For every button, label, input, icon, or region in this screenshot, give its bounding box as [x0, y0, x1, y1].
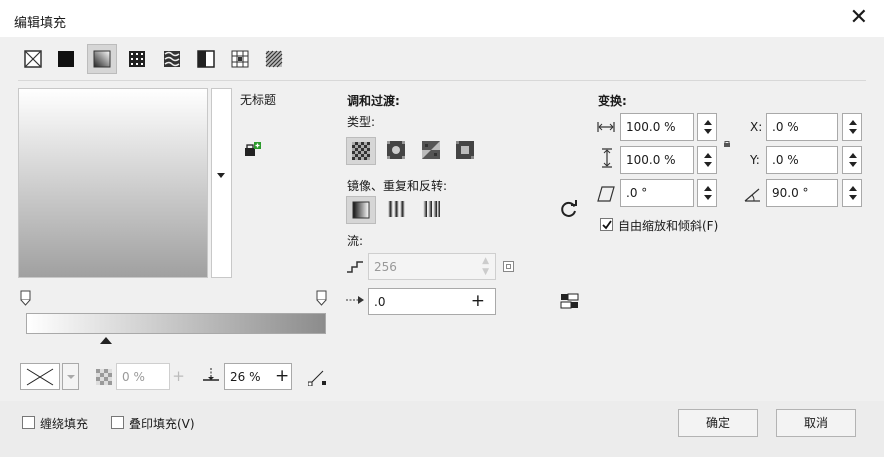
postscript-fill-icon[interactable] — [265, 50, 283, 68]
title-bar: 编辑填充 ✕ — [0, 0, 884, 37]
uniform-fill-icon[interactable] — [57, 50, 75, 68]
free-scale-checkbox[interactable] — [600, 218, 613, 231]
blend-type-label: 类型: — [347, 115, 376, 129]
elliptical-fill-icon[interactable] — [387, 141, 405, 159]
y-offset-spinner[interactable] — [842, 146, 862, 174]
fill-width-input[interactable]: 100.0 % — [620, 113, 694, 141]
dialog-title: 编辑填充 — [14, 16, 67, 31]
wrap-fill-checkbox[interactable] — [22, 416, 35, 429]
linear-fill-tab-selected[interactable] — [346, 137, 376, 165]
fill-height-input[interactable]: 100.0 % — [620, 146, 694, 174]
overprint-fill-checkbox[interactable] — [111, 416, 124, 429]
y-offset-label: Y: — [750, 153, 760, 167]
fill-type-toolbar — [0, 37, 884, 81]
steps-icon — [347, 261, 363, 273]
ok-button[interactable]: 确定 — [678, 409, 758, 437]
repeat-mirror-icon[interactable] — [387, 200, 405, 218]
chevron-down-icon — [67, 375, 75, 379]
lock-steps-icon[interactable] — [503, 261, 514, 272]
transparency-input[interactable]: 0 % — [116, 363, 170, 390]
fill-height-spinner[interactable] — [697, 146, 717, 174]
smooth-transition-icon[interactable] — [560, 291, 580, 311]
midpoint-input[interactable]: 26 % + — [224, 363, 292, 390]
color-picker-button[interactable] — [20, 363, 60, 390]
conical-fill-icon[interactable] — [422, 141, 440, 159]
rotate-icon — [744, 188, 760, 202]
fill-preview — [18, 88, 208, 278]
rectangular-fill-icon[interactable] — [456, 141, 474, 159]
default-fill-tab-selected[interactable] — [346, 196, 376, 224]
close-icon[interactable]: ✕ — [850, 5, 868, 30]
acceleration-input[interactable]: .0 + — [368, 288, 496, 315]
x-offset-input[interactable]: .0 % — [766, 113, 838, 141]
transparency-value: 0 % — [122, 370, 145, 384]
transparency-slider-button[interactable]: + — [170, 363, 187, 390]
midpoint-slider-button[interactable]: + — [275, 364, 289, 388]
wrap-fill-label: 缠绕填充 — [40, 417, 89, 431]
fill-height-icon — [602, 148, 612, 168]
transparency-icon — [96, 369, 112, 385]
gradient-color-bar[interactable] — [26, 313, 326, 334]
y-offset-input[interactable]: .0 % — [766, 146, 838, 174]
free-scale-label: 自由缩放和倾斜(F) — [618, 219, 719, 233]
fill-height-value: 100.0 % — [626, 153, 676, 167]
rotate-input[interactable]: 90.0 ° — [766, 179, 838, 207]
edit-fill-dialog: 编辑填充 ✕ 无标题 0 % + 26 % + 调和过渡: 类型: 镜像、重复和… — [0, 0, 884, 457]
rotate-value: 90.0 ° — [772, 186, 809, 200]
preview-dropdown[interactable] — [211, 88, 232, 278]
two-color-pattern-fill-icon[interactable] — [197, 50, 215, 68]
default-fill-icon — [352, 201, 370, 219]
midpoint-slider-icon[interactable] — [100, 337, 112, 345]
x-offset-label: X: — [750, 120, 763, 134]
fountain-fill-tab-selected[interactable] — [87, 44, 117, 74]
fill-width-value: 100.0 % — [626, 120, 676, 134]
rotate-spinner[interactable] — [842, 179, 862, 207]
start-color-node[interactable] — [20, 290, 32, 306]
lock-ratio-icon[interactable] — [723, 140, 731, 148]
fill-width-spinner[interactable] — [697, 113, 717, 141]
flow-label: 流: — [347, 234, 364, 248]
y-offset-value: .0 % — [772, 153, 799, 167]
overprint-fill-label: 叠印填充(V) — [129, 417, 195, 431]
no-fill-icon[interactable] — [24, 50, 42, 68]
vector-pattern-fill-icon[interactable] — [128, 50, 146, 68]
midpoint-value: 26 % — [230, 370, 261, 384]
steps-input[interactable]: 256 ▲ ▼ — [368, 253, 496, 280]
fill-name-label: 无标题 — [240, 93, 277, 107]
x-offset-value: .0 % — [772, 120, 799, 134]
skew-input[interactable]: .0 ° — [620, 179, 694, 207]
steps-spin-icon: ▲ ▼ — [482, 256, 489, 277]
repeat-icon[interactable] — [422, 200, 440, 218]
node-position-icon — [203, 368, 219, 381]
x-swatch-icon — [26, 368, 54, 386]
skew-spinner[interactable] — [697, 179, 717, 207]
end-color-node[interactable] — [316, 290, 328, 306]
color-dropdown-button[interactable] — [62, 363, 79, 390]
fill-width-icon — [597, 122, 615, 132]
skew-icon — [597, 186, 615, 202]
reverse-icon[interactable] — [560, 200, 578, 218]
save-fill-icon[interactable] — [244, 142, 262, 158]
mirror-repeat-label: 镜像、重复和反转: — [347, 179, 448, 193]
transform-heading: 变换: — [598, 94, 627, 108]
chevron-down-icon — [217, 173, 225, 178]
steps-value: 256 — [374, 260, 397, 274]
skew-value: .0 ° — [626, 186, 648, 200]
x-offset-spinner[interactable] — [842, 113, 862, 141]
bitmap-pattern-fill-icon[interactable] — [163, 50, 181, 68]
toolbar-divider — [18, 80, 866, 81]
edit-gradient-icon[interactable] — [308, 368, 326, 386]
texture-fill-icon[interactable] — [231, 50, 249, 68]
acceleration-icon — [346, 296, 364, 304]
checkmark-icon — [602, 220, 612, 230]
linear-fill-icon — [352, 142, 370, 160]
blend-heading: 调和过渡: — [347, 94, 400, 108]
acceleration-slider-button[interactable]: + — [471, 289, 485, 313]
fountain-fill-icon — [93, 50, 111, 68]
acceleration-value: .0 — [374, 295, 386, 309]
cancel-button[interactable]: 取消 — [776, 409, 856, 437]
